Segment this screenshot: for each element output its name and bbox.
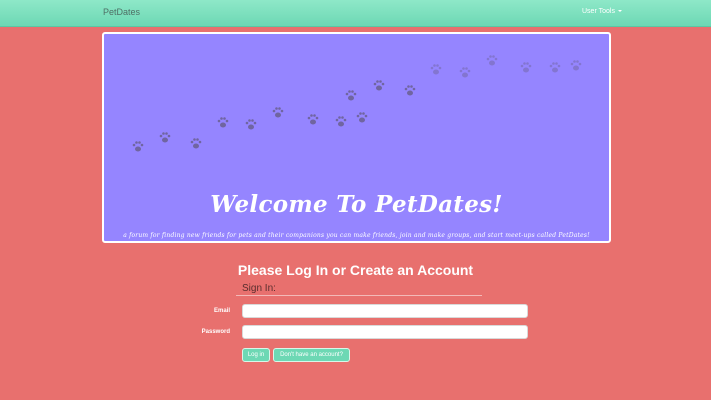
login-button[interactable]: Log in <box>242 348 270 362</box>
paw-print-icon <box>549 62 561 73</box>
login-heading: Please Log In or Create an Account <box>237 262 474 278</box>
paw-print-icon <box>159 132 171 143</box>
paw-print-icon <box>272 107 284 118</box>
paw-print-icon <box>486 55 498 66</box>
paw-print-icon <box>430 64 442 75</box>
navbar: PetDates User Tools <box>0 0 711 27</box>
signup-button[interactable]: Don't have an account? <box>273 348 350 362</box>
paw-print-icon <box>307 114 319 125</box>
user-tools-dropdown[interactable]: User Tools <box>582 8 622 15</box>
paw-print-icon <box>190 138 202 149</box>
welcome-banner: Welcome To PetDates! a forum for finding… <box>102 32 611 243</box>
user-tools-label: User Tools <box>582 8 615 15</box>
paw-print-icon <box>217 117 229 128</box>
password-label: Password <box>201 329 230 335</box>
email-label: Email <box>213 308 230 314</box>
brand-link[interactable]: PetDates <box>103 7 140 17</box>
paw-print-icon <box>570 60 582 71</box>
paw-print-icon <box>356 112 368 123</box>
paw-print-icon <box>335 116 347 127</box>
caret-down-icon <box>617 10 622 13</box>
paw-print-icon <box>520 62 532 73</box>
banner-subtitle: a forum for finding new friends for pets… <box>123 232 590 239</box>
paw-print-icon <box>404 85 416 96</box>
email-field[interactable] <box>242 304 528 318</box>
banner-title: Welcome To PetDates! <box>210 191 503 218</box>
paw-print-icon <box>245 119 257 130</box>
paw-print-icon <box>373 80 385 91</box>
paw-print-icon <box>345 90 357 101</box>
sign-in-label: Sign In: <box>236 283 482 296</box>
paw-print-icon <box>132 141 144 152</box>
paw-print-icon <box>459 67 471 78</box>
password-field[interactable] <box>242 325 528 339</box>
